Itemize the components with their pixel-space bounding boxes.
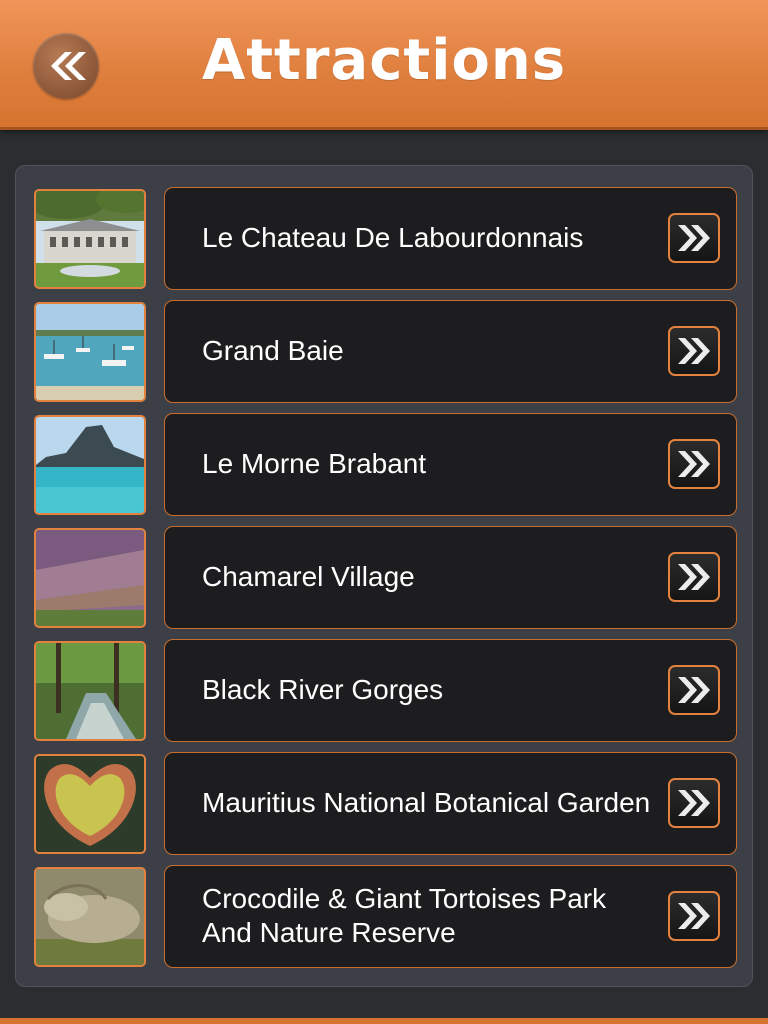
double-chevron-right-icon xyxy=(678,903,710,929)
attraction-label: Crocodile & Giant Tortoises Park And Nat… xyxy=(202,883,607,948)
attraction-label: Le Chateau De Labourdonnais xyxy=(202,222,584,253)
attraction-card[interactable]: Black River Gorges xyxy=(164,639,737,742)
open-button[interactable] xyxy=(668,326,720,376)
attraction-label: Le Morne Brabant xyxy=(202,448,427,479)
attraction-card[interactable]: Crocodile & Giant Tortoises Park And Nat… xyxy=(164,865,737,968)
open-button[interactable] xyxy=(668,778,720,828)
attraction-label: Chamarel Village xyxy=(202,561,415,592)
attraction-card[interactable]: Mauritius National Botanical Garden xyxy=(164,752,737,855)
double-chevron-right-icon xyxy=(678,451,710,477)
double-chevron-right-icon xyxy=(678,677,710,703)
attraction-label: Black River Gorges xyxy=(202,674,444,705)
attractions-list: Le Chateau De Labourdonnais Grand Baie L… xyxy=(15,165,753,987)
open-button[interactable] xyxy=(668,439,720,489)
attraction-card[interactable]: Grand Baie xyxy=(164,300,737,403)
list-item: Grand Baie xyxy=(16,300,754,403)
crocodile-park-thumbnail xyxy=(34,867,146,967)
attraction-card[interactable]: Chamarel Village xyxy=(164,526,737,629)
double-chevron-right-icon xyxy=(678,338,710,364)
open-button[interactable] xyxy=(668,665,720,715)
grand-baie-thumbnail xyxy=(34,302,146,402)
chateau-thumbnail xyxy=(34,189,146,289)
page-title: Attractions xyxy=(201,28,567,93)
black-river-thumbnail xyxy=(34,641,146,741)
footer-bar xyxy=(0,1018,768,1024)
list-item: Crocodile & Giant Tortoises Park And Nat… xyxy=(16,865,754,968)
open-button[interactable] xyxy=(668,891,720,941)
le-morne-thumbnail xyxy=(34,415,146,515)
list-item: Mauritius National Botanical Garden xyxy=(16,752,754,855)
attraction-label: Mauritius National Botanical Garden xyxy=(202,787,651,818)
list-item: Chamarel Village xyxy=(16,526,754,629)
header-bar: Attractions xyxy=(0,0,768,130)
list-item: Le Morne Brabant xyxy=(16,413,754,516)
double-chevron-right-icon xyxy=(678,790,710,816)
attraction-label: Grand Baie xyxy=(202,335,344,366)
open-button[interactable] xyxy=(668,213,720,263)
double-chevron-right-icon xyxy=(678,225,710,251)
attraction-card[interactable]: Le Chateau De Labourdonnais xyxy=(164,187,737,290)
botanical-garden-thumbnail xyxy=(34,754,146,854)
double-chevron-right-icon xyxy=(678,564,710,590)
chamarel-thumbnail xyxy=(34,528,146,628)
open-button[interactable] xyxy=(668,552,720,602)
attraction-card[interactable]: Le Morne Brabant xyxy=(164,413,737,516)
list-item: Black River Gorges xyxy=(16,639,754,742)
list-item: Le Chateau De Labourdonnais xyxy=(16,187,754,290)
